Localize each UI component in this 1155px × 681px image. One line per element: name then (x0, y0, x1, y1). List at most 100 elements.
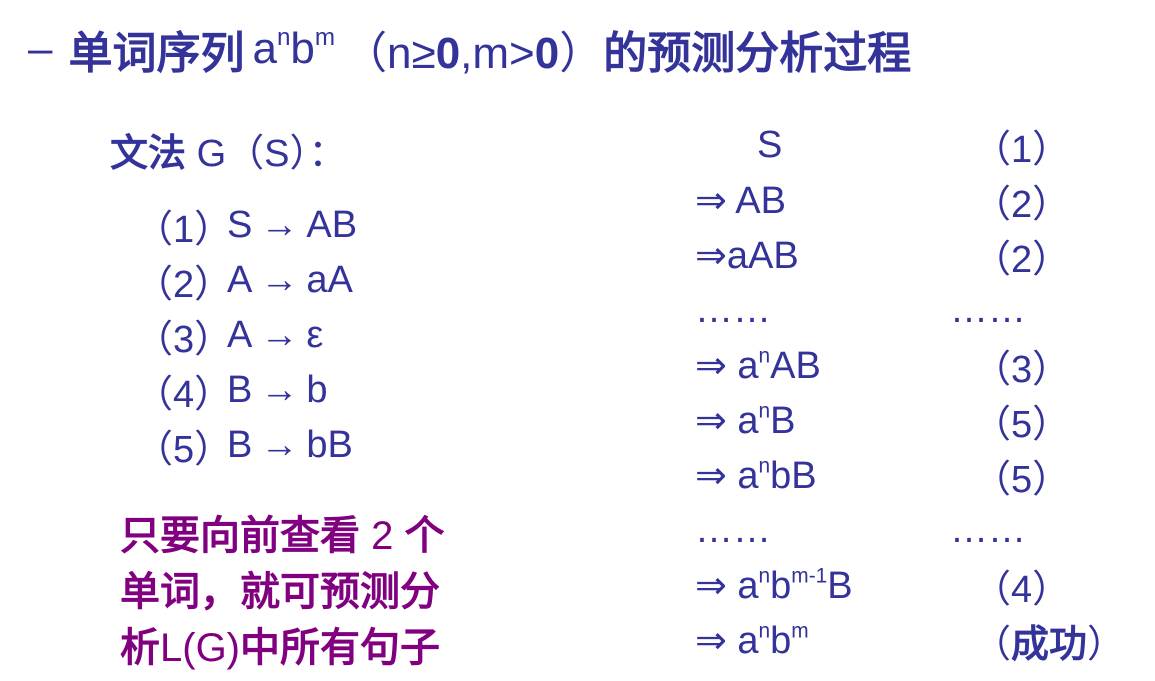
rule-row: （5） B → bB (135, 418, 357, 473)
formula-b: b (290, 24, 315, 74)
form-sup: n (758, 619, 771, 643)
title-condition: （n≥0,m>0） (343, 17, 603, 81)
ellipsis: …… (695, 509, 771, 551)
ellipsis: …… (950, 509, 1026, 551)
applied-rule: （2） (973, 184, 1071, 226)
grammar-title-rest: G（S）： (186, 133, 347, 175)
applied-rule: （1） (973, 129, 1071, 171)
sentential-form: S (757, 124, 783, 166)
lookahead-note: 只要向前查看 2 个 单词，就可预测分 析L(G)中所有句子 (120, 508, 520, 676)
formula-a: a (252, 24, 277, 74)
applied-rule: （2） (973, 239, 1071, 281)
derivation-row: ⇒ anB （5） (695, 393, 1115, 448)
sentential-form: ⇒ anAB (695, 343, 821, 388)
title-formula: anbm (252, 24, 335, 74)
rule-row: （4） B → b (135, 363, 357, 418)
rule-lhs: B (227, 424, 253, 466)
grammar-title-bold: 文法 (110, 133, 187, 175)
sentential-form: ⇒ anbB (695, 453, 817, 498)
title-suffix: 的预测分析过程 (603, 29, 912, 78)
derivation-ellipsis-row: …… …… (695, 503, 1115, 558)
derivation-row: ⇒ anbm-1B （4） (695, 558, 1115, 613)
rule-lhs: A (227, 314, 253, 356)
sentential-form: ⇒ anbm-1B (695, 563, 853, 608)
form-part: b (770, 620, 792, 662)
rule-lhs: S (227, 204, 253, 246)
form-part: b (770, 565, 792, 607)
note-line-2: 单词，就可预测分 (120, 570, 440, 614)
rule-rhs: AB (306, 204, 358, 246)
rule-lhs: A (227, 259, 253, 301)
rule-row: （1） S → AB (135, 198, 357, 253)
note-text: 析 (120, 626, 160, 670)
form-part: ⇒ a (695, 620, 759, 662)
form-part: B (770, 400, 796, 442)
paren: （ (973, 624, 1012, 666)
rule-rhs: ε (306, 314, 324, 356)
rule-number: （2） (135, 264, 233, 306)
form-part: B (827, 565, 853, 607)
rule-rhs: bB (306, 424, 353, 466)
ellipsis: …… (950, 289, 1026, 331)
derivation-row: ⇒ anbB （5） (695, 448, 1115, 503)
rule-number: （1） (135, 209, 233, 251)
sentential-form: ⇒ anbm (695, 618, 809, 663)
form-sup: m-1 (791, 564, 828, 588)
form-sup: m (791, 619, 809, 643)
rule-rhs: b (306, 369, 328, 411)
rule-number: （3） (135, 319, 233, 361)
rule-number: （4） (135, 374, 233, 416)
derivation-final-row: ⇒ anbm （成功） (695, 613, 1125, 668)
production-rules: （1） S → AB （2） A → aA （3） A → ε （4） B → … (135, 198, 357, 473)
form-sup: n (758, 399, 771, 423)
applied-rule: （4） (973, 569, 1071, 611)
formula-sup-n: n (276, 23, 291, 51)
sentential-form: ⇒ anB (695, 398, 796, 443)
rule-number: （5） (135, 429, 233, 471)
derivation-ellipsis-row: …… …… (695, 283, 1115, 338)
title-prefix: 单词序列 (68, 29, 245, 78)
derivation-row: ⇒ anAB （3） (695, 338, 1115, 393)
form-sup: n (758, 344, 771, 368)
note-text: 中所有句子 (240, 626, 440, 670)
sentential-form: ⇒aAB (695, 235, 799, 277)
rule-arrow: → (260, 204, 299, 246)
derivation-row: ⇒ AB （2） (695, 173, 1115, 228)
success-label: （成功） (973, 613, 1125, 668)
rule-arrow: → (260, 424, 299, 466)
form-part: ⇒ a (695, 345, 759, 387)
note-language: L(G) (160, 626, 240, 670)
form-part: AB (770, 345, 821, 387)
paren: ） (1087, 624, 1126, 666)
derivation-steps: S （1） ⇒ AB （2） ⇒aAB （2） …… …… ⇒ anAB （3）… (695, 118, 1125, 668)
applied-rule: （3） (973, 349, 1071, 391)
form-sup: n (758, 564, 771, 588)
note-text: 只要向前查看 (120, 514, 372, 558)
form-part: ⇒ a (695, 565, 759, 607)
applied-rule: （5） (973, 459, 1071, 501)
form-part: bB (770, 455, 817, 497)
rule-arrow: → (260, 314, 299, 356)
form-sup: n (758, 454, 771, 478)
rule-rhs: aA (306, 259, 353, 301)
sentential-form: ⇒ AB (695, 180, 786, 222)
applied-rule: （5） (973, 404, 1071, 446)
note-number: 2 (371, 514, 394, 558)
rule-arrow: → (260, 369, 299, 411)
rule-lhs: B (227, 369, 253, 411)
cond-close: ） (559, 29, 604, 78)
note-line-1: 只要向前查看 2 个 (120, 508, 520, 564)
rule-arrow: → (260, 259, 299, 301)
derivation-row: S （1） (695, 118, 1115, 173)
slide-title: – 单词序列 anbm （n≥0,m>0） 的预测分析过程 (28, 14, 911, 84)
formula-sup-m: m (314, 23, 336, 51)
form-part: ⇒ a (695, 400, 759, 442)
grammar-title: 文法 G（S）： (110, 122, 346, 177)
form-part: ⇒ a (695, 455, 759, 497)
cond-zero-1: 0 (435, 29, 461, 78)
cond-mid: ,m> (460, 29, 535, 78)
cond-zero-2: 0 (534, 29, 560, 78)
cond-open: （n≥ (343, 29, 436, 78)
rule-row: （2） A → aA (135, 253, 357, 308)
derivation-row: ⇒aAB （2） (695, 228, 1115, 283)
